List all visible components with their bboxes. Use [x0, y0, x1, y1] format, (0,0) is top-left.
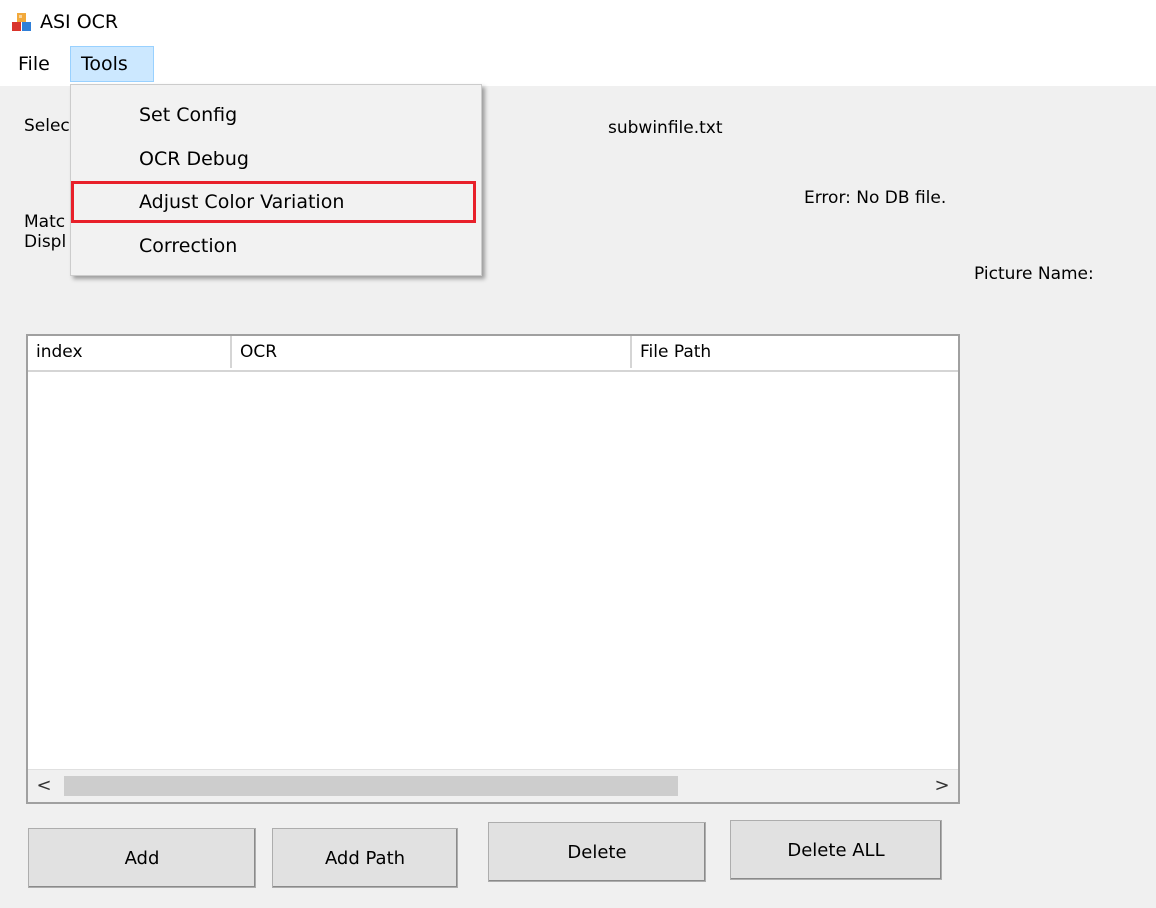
title-bar: ASI OCR — [0, 0, 1156, 44]
scroll-left-icon[interactable]: < — [28, 770, 60, 802]
error-text: Error: No DB file. — [804, 188, 947, 208]
display-label: Displ — [24, 232, 67, 252]
delete-button[interactable]: Delete — [488, 822, 706, 882]
select-label: Selec — [24, 116, 70, 136]
menu-tools[interactable]: Tools — [70, 46, 154, 82]
match-label: Matc — [24, 212, 66, 232]
menu-item-set-config[interactable]: Set Config — [139, 95, 237, 135]
delete-all-button[interactable]: Delete ALL — [730, 820, 942, 880]
menu-item-ocr-debug[interactable]: OCR Debug — [139, 139, 249, 179]
add-path-button[interactable]: Add Path — [272, 828, 458, 888]
highlight-box — [71, 181, 476, 223]
listview-body[interactable] — [28, 372, 958, 772]
app-cubes-icon — [12, 13, 31, 31]
tools-dropdown-menu: Set Config OCR Debug Adjust Color Variat… — [70, 84, 482, 276]
scroll-right-icon[interactable]: > — [926, 770, 958, 802]
listview-header: index OCR File Path — [28, 336, 958, 372]
picture-name-label: Picture Name: — [974, 264, 1094, 284]
column-header-ocr[interactable]: OCR — [232, 336, 632, 368]
scroll-thumb[interactable] — [64, 776, 678, 796]
window-title: ASI OCR — [40, 11, 119, 33]
column-header-file-path[interactable]: File Path — [632, 336, 962, 368]
subwin-file-label: subwinfile.txt — [608, 118, 723, 138]
menu-file[interactable]: File — [8, 46, 60, 82]
horizontal-scrollbar[interactable]: < > — [28, 769, 958, 802]
add-button[interactable]: Add — [28, 828, 256, 888]
results-listview[interactable]: index OCR File Path < > — [26, 334, 960, 804]
menu-item-correction[interactable]: Correction — [139, 226, 237, 266]
column-header-index[interactable]: index — [28, 336, 232, 368]
menu-bar: File Tools — [0, 46, 1156, 84]
